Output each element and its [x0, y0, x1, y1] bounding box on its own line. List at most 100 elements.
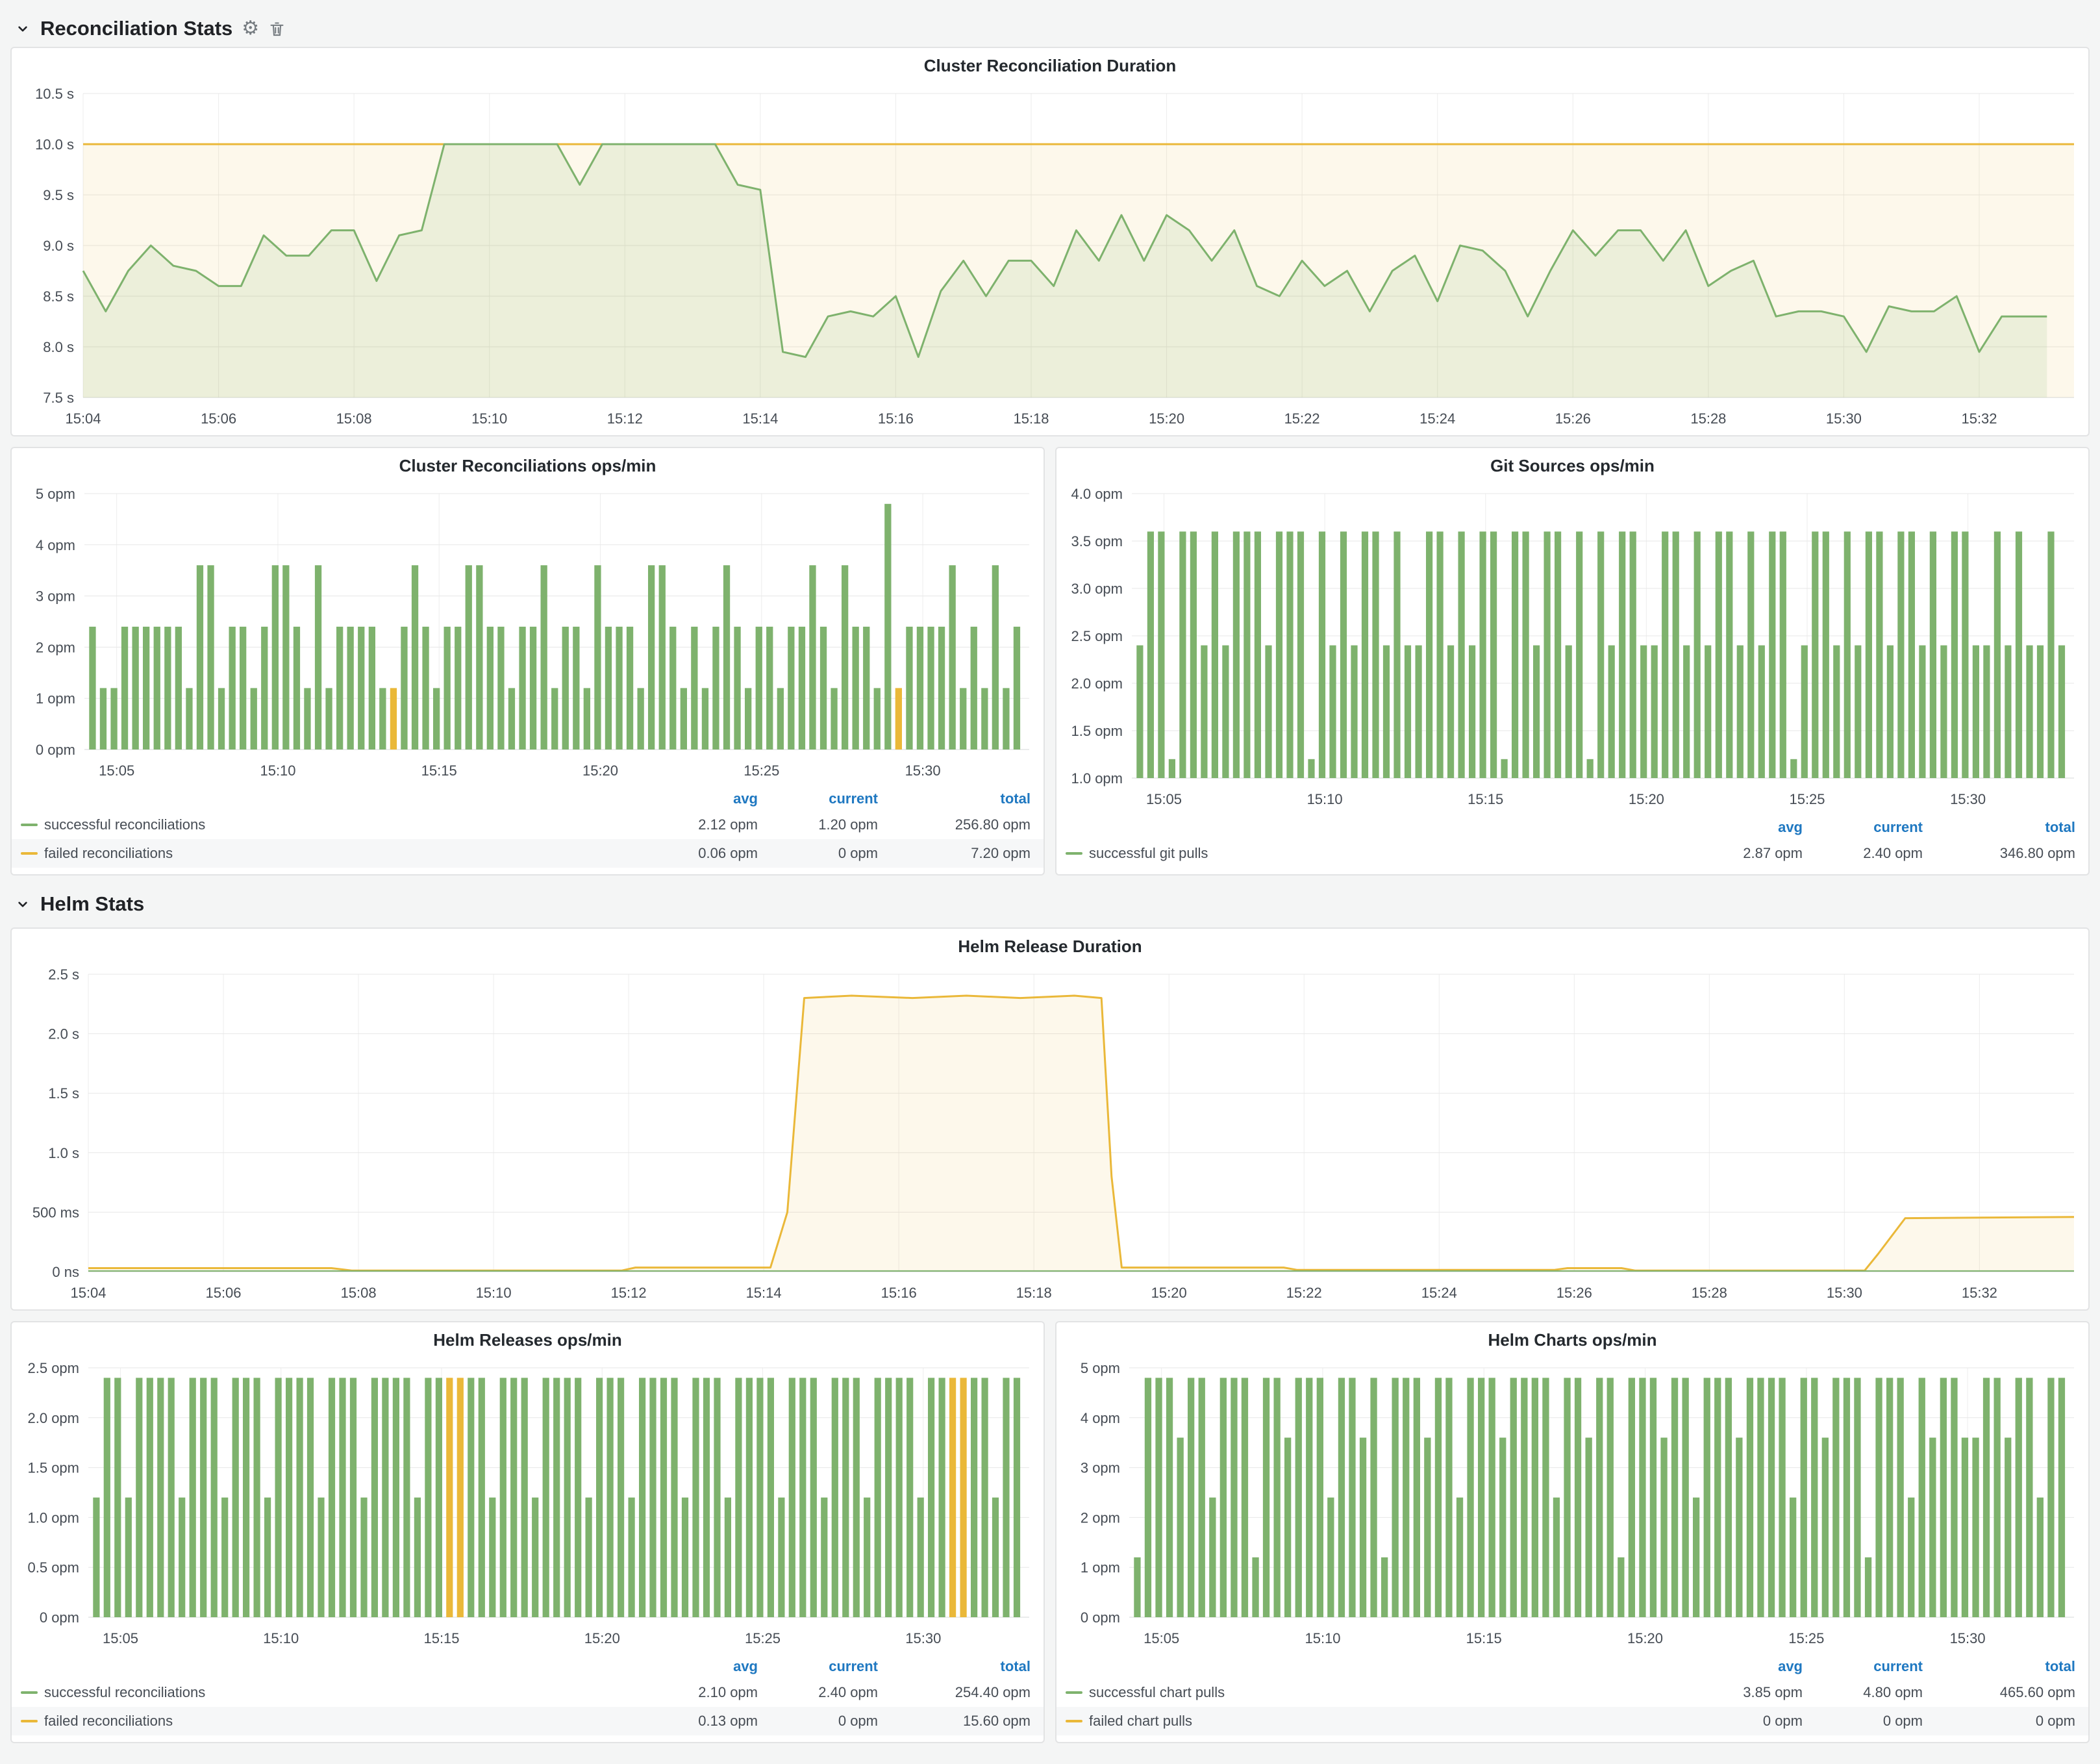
svg-text:0.5 opm: 0.5 opm [28, 1559, 80, 1576]
svg-text:2.0 opm: 2.0 opm [1071, 675, 1123, 692]
svg-text:1.0 s: 1.0 s [48, 1145, 79, 1161]
legend-header-current[interactable]: current [758, 790, 878, 807]
svg-text:15:26: 15:26 [1555, 410, 1591, 427]
panel-title[interactable]: Helm Charts ops/min [1056, 1322, 2088, 1357]
svg-text:15:25: 15:25 [1789, 791, 1825, 807]
svg-text:10.0 s: 10.0 s [35, 136, 74, 153]
legend-header-current[interactable]: current [1803, 819, 1923, 836]
legend-header-avg[interactable]: avg [628, 1658, 758, 1675]
chart-canvas[interactable]: 1.0 opm1.5 opm2.0 opm2.5 opm3.0 opm3.5 o… [1060, 483, 2084, 816]
svg-text:15:10: 15:10 [476, 1285, 512, 1301]
series-color-dash [21, 1691, 38, 1694]
row-title[interactable]: Helm Stats [40, 892, 144, 916]
svg-text:2.0 opm: 2.0 opm [28, 1410, 80, 1426]
svg-text:15:04: 15:04 [65, 410, 101, 427]
series-color-dash [1066, 852, 1082, 855]
svg-text:15:06: 15:06 [205, 1285, 241, 1301]
panel-title[interactable]: Cluster Reconciliation Duration [12, 48, 2088, 83]
svg-text:15:24: 15:24 [1419, 410, 1455, 427]
legend-series-label[interactable]: successful reconciliations [44, 816, 205, 833]
panel-title[interactable]: Cluster Reconciliations ops/min [12, 448, 1044, 483]
row-header-reconciliation-stats[interactable]: Reconciliation Stats ⚙ [10, 10, 2090, 47]
legend-header-avg[interactable]: avg [628, 790, 758, 807]
panel-title[interactable]: Git Sources ops/min [1056, 448, 2088, 483]
svg-text:1.5 opm: 1.5 opm [28, 1460, 80, 1476]
svg-text:0 opm: 0 opm [36, 742, 75, 758]
svg-text:15:28: 15:28 [1692, 1285, 1727, 1301]
svg-text:15:30: 15:30 [905, 762, 941, 779]
legend-header-avg[interactable]: avg [1673, 1658, 1803, 1675]
legend-row-failed: failed chart pulls 0 opm 0 opm 0 opm [1056, 1707, 2088, 1735]
legend-header-total[interactable]: total [878, 1658, 1031, 1675]
legend-series-label[interactable]: successful reconciliations [44, 1684, 205, 1701]
row-header-helm-stats[interactable]: Helm Stats [10, 886, 2090, 922]
legend-current-value: 0 opm [758, 845, 878, 862]
legend: avg current total successful git pulls 2… [1056, 816, 2088, 874]
legend-header-total[interactable]: total [1923, 1658, 2075, 1675]
svg-text:15:14: 15:14 [746, 1285, 782, 1301]
svg-text:15:10: 15:10 [1307, 791, 1343, 807]
chart-canvas[interactable]: 0 ns500 ms1.0 s1.5 s2.0 s2.5 s15:0415:06… [16, 964, 2084, 1309]
svg-text:15:05: 15:05 [1144, 1630, 1179, 1646]
svg-text:9.0 s: 9.0 s [43, 238, 74, 254]
svg-text:10.5 s: 10.5 s [35, 86, 74, 102]
legend-series-label[interactable]: failed reconciliations [44, 1713, 173, 1730]
svg-text:1 opm: 1 opm [36, 690, 75, 707]
row-title[interactable]: Reconciliation Stats [40, 17, 232, 40]
svg-text:15:15: 15:15 [1468, 791, 1503, 807]
svg-text:15:08: 15:08 [341, 1285, 377, 1301]
legend-avg-value: 2.12 opm [628, 816, 758, 833]
svg-text:2.5 opm: 2.5 opm [1071, 628, 1123, 644]
svg-text:15:18: 15:18 [1016, 1285, 1052, 1301]
svg-text:15:26: 15:26 [1556, 1285, 1592, 1301]
gear-icon[interactable]: ⚙ [242, 19, 259, 38]
svg-text:3 opm: 3 opm [1081, 1460, 1120, 1476]
chevron-down-icon [14, 20, 31, 37]
svg-text:3.0 opm: 3.0 opm [1071, 581, 1123, 597]
svg-text:15:20: 15:20 [582, 762, 618, 779]
legend-header-avg[interactable]: avg [1673, 819, 1803, 836]
legend-current-value: 1.20 opm [758, 816, 878, 833]
svg-text:15:30: 15:30 [1950, 1630, 1986, 1646]
series-color-dash [21, 1720, 38, 1722]
legend-total-value: 346.80 opm [1923, 845, 2075, 862]
legend-avg-value: 0 opm [1673, 1713, 1803, 1730]
legend-header-total[interactable]: total [878, 790, 1031, 807]
legend-total-value: 254.40 opm [878, 1684, 1031, 1701]
chart-canvas[interactable]: 0 opm1 opm2 opm3 opm4 opm5 opm15:0515:10… [1060, 1357, 2084, 1655]
chart-canvas[interactable]: 0 opm1 opm2 opm3 opm4 opm5 opm15:0515:10… [16, 483, 1040, 787]
legend-current-value: 4.80 opm [1803, 1684, 1923, 1701]
chart-canvas[interactable]: 0 opm0.5 opm1.0 opm1.5 opm2.0 opm2.5 opm… [16, 1357, 1040, 1655]
svg-text:1.5 s: 1.5 s [48, 1085, 79, 1102]
legend-header-total[interactable]: total [1923, 819, 2075, 836]
panel-helm-release-duration: Helm Release Duration 0 ns500 ms1.0 s1.5… [10, 927, 2090, 1311]
legend-header-current[interactable]: current [758, 1658, 878, 1675]
legend-series-label[interactable]: successful chart pulls [1089, 1684, 1225, 1701]
legend-row-successful: successful chart pulls 3.85 opm 4.80 opm… [1056, 1678, 2088, 1707]
svg-text:15:05: 15:05 [1146, 791, 1182, 807]
legend-header-current[interactable]: current [1803, 1658, 1923, 1675]
legend-total-value: 256.80 opm [878, 816, 1031, 833]
legend-row-failed: failed reconciliations 0.06 opm 0 opm 7.… [12, 839, 1044, 868]
svg-text:4 opm: 4 opm [1081, 1410, 1120, 1426]
panel-title[interactable]: Helm Releases ops/min [12, 1322, 1044, 1357]
legend-current-value: 2.40 opm [1803, 845, 1923, 862]
svg-text:15:22: 15:22 [1286, 1285, 1322, 1301]
legend-avg-value: 3.85 opm [1673, 1684, 1803, 1701]
svg-text:1.0 opm: 1.0 opm [1071, 770, 1123, 787]
series-color-dash [21, 824, 38, 826]
legend-series-label[interactable]: successful git pulls [1089, 845, 1208, 862]
panel-title[interactable]: Helm Release Duration [12, 929, 2088, 964]
svg-text:15:30: 15:30 [1950, 791, 1986, 807]
svg-text:15:32: 15:32 [1961, 410, 1997, 427]
panel-git-sources-opm: Git Sources ops/min 1.0 opm1.5 opm2.0 op… [1055, 447, 2090, 876]
legend-total-value: 15.60 opm [878, 1713, 1031, 1730]
svg-text:9.5 s: 9.5 s [43, 187, 74, 203]
legend-series-label[interactable]: failed reconciliations [44, 845, 173, 862]
chart-canvas[interactable]: 7.5 s8.0 s8.5 s9.0 s9.5 s10.0 s10.5 s15:… [16, 83, 2084, 435]
svg-text:15:32: 15:32 [1962, 1285, 1997, 1301]
legend-series-label[interactable]: failed chart pulls [1089, 1713, 1192, 1730]
svg-text:15:20: 15:20 [584, 1630, 620, 1646]
trash-icon[interactable] [268, 20, 286, 38]
legend-row-successful: successful git pulls 2.87 opm 2.40 opm 3… [1056, 839, 2088, 868]
